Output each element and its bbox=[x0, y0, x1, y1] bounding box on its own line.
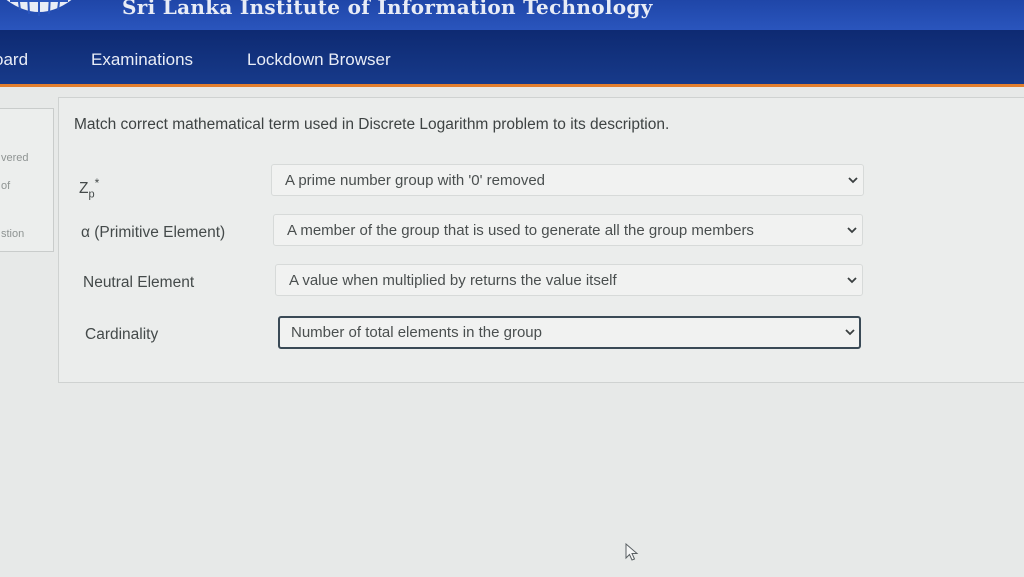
answer-select-cardinality[interactable]: Number of total elements in the group bbox=[278, 316, 861, 349]
match-row: Cardinality Number of total elements in … bbox=[59, 316, 1024, 356]
answer-select-zp-star[interactable]: A prime number group with '0' removed bbox=[271, 164, 864, 196]
question-text: Match correct mathematical term used in … bbox=[74, 116, 670, 133]
nav-examinations[interactable]: Examinations bbox=[91, 50, 193, 70]
nav-dashboard[interactable]: oard bbox=[0, 50, 28, 70]
question-card: Match correct mathematical term used in … bbox=[58, 97, 1024, 383]
info-answered-text: vered bbox=[1, 152, 29, 164]
match-row: Zp* A prime number group with '0' remove… bbox=[59, 164, 1024, 204]
answer-select-neutral-element[interactable]: A value when multiplied by returns the v… bbox=[275, 264, 863, 296]
site-banner: Sri Lanka Institute of Information Techn… bbox=[0, 0, 1024, 30]
site-title: Sri Lanka Institute of Information Techn… bbox=[122, 0, 653, 19]
term-primitive-element: α (Primitive Element) bbox=[81, 224, 226, 241]
answer-select-value: Number of total elements in the group bbox=[291, 324, 542, 341]
answer-select-value: A value when multiplied by returns the v… bbox=[289, 272, 617, 289]
institute-logo-icon bbox=[6, 0, 72, 16]
info-marks-text: of bbox=[1, 180, 11, 192]
chevron-down-icon bbox=[845, 329, 855, 336]
match-row: α (Primitive Element) A member of the gr… bbox=[59, 214, 1024, 254]
answer-select-value: A member of the group that is used to ge… bbox=[287, 222, 754, 239]
main-navbar: oard Examinations Lockdown Browser bbox=[0, 30, 1024, 87]
question-info-panel: vered of stion bbox=[0, 108, 54, 252]
flag-question-link[interactable]: stion bbox=[1, 228, 24, 240]
mouse-cursor-icon bbox=[625, 543, 639, 561]
nav-lockdown-browser[interactable]: Lockdown Browser bbox=[247, 50, 391, 70]
answer-select-value: A prime number group with '0' removed bbox=[285, 172, 546, 189]
match-row: Neutral Element A value when multiplied … bbox=[59, 264, 1024, 304]
term-zp-star: Zp* bbox=[79, 176, 100, 201]
term-cardinality: Cardinality bbox=[85, 326, 159, 343]
chevron-down-icon bbox=[848, 177, 858, 184]
term-neutral-element: Neutral Element bbox=[83, 274, 195, 291]
answer-select-primitive-element[interactable]: A member of the group that is used to ge… bbox=[273, 214, 863, 246]
chevron-down-icon bbox=[847, 227, 857, 234]
chevron-down-icon bbox=[847, 277, 857, 284]
